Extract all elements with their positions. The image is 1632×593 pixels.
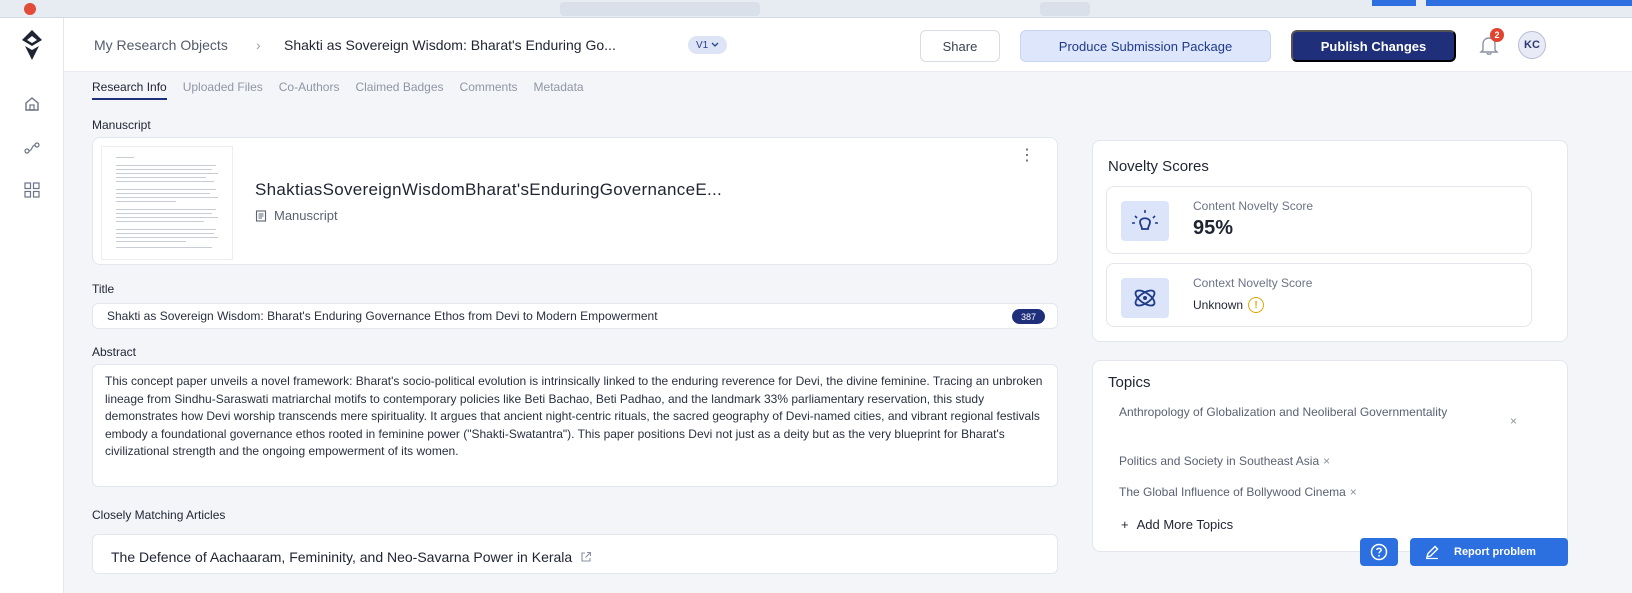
remove-topic-icon[interactable]: ×	[1350, 485, 1357, 499]
tab-co-authors[interactable]: Co-Authors	[279, 80, 340, 100]
app-logo-icon[interactable]	[18, 28, 46, 62]
manuscript-section-label: Manuscript	[92, 118, 151, 132]
version-label: V1	[696, 39, 709, 51]
breadcrumb-separator: ›	[256, 37, 261, 53]
abstract-section-label: Abstract	[92, 345, 137, 359]
publish-changes-button[interactable]: Publish Changes	[1291, 30, 1456, 62]
os-tab-strip	[560, 2, 760, 16]
help-button[interactable]	[1360, 538, 1398, 566]
help-circle-icon	[1370, 543, 1388, 561]
atom-icon	[1121, 278, 1169, 318]
version-selector[interactable]: V1	[688, 36, 728, 54]
tab-metadata[interactable]: Metadata	[534, 80, 584, 100]
os-top-bar	[0, 0, 1632, 18]
top-header: My Research Objects › Shakti as Sovereig…	[64, 18, 1632, 72]
plus-icon: +	[1121, 517, 1129, 532]
content-novelty-card: Content Novelty Score 95%	[1106, 186, 1532, 254]
topic-label: Anthropology of Globalization and Neolib…	[1119, 405, 1448, 419]
manuscript-type-label: Manuscript	[274, 208, 338, 223]
topic-item: The Global Influence of Bollywood Cinema…	[1119, 483, 1357, 501]
context-novelty-value: Unknown !	[1193, 297, 1265, 313]
tab-research-info[interactable]: Research Info	[92, 80, 167, 100]
breadcrumb-current-title: Shakti as Sovereign Wisdom: Bharat's End…	[284, 37, 616, 53]
app-status-icon	[24, 3, 36, 15]
external-link-icon[interactable]	[580, 551, 592, 563]
matching-articles-label: Closely Matching Articles	[92, 508, 226, 522]
workflow-icon[interactable]	[20, 136, 44, 160]
matching-article-title[interactable]: The Defence of Aachaaram, Femininity, an…	[111, 549, 592, 565]
manuscript-type: Manuscript	[255, 208, 338, 223]
topics-title: Topics	[1108, 374, 1151, 391]
warning-icon[interactable]: !	[1248, 297, 1265, 313]
add-more-topics-label: Add More Topics	[1136, 517, 1234, 532]
more-vertical-icon[interactable]: ⋮	[1019, 148, 1035, 164]
pen-icon	[1425, 545, 1439, 560]
context-novelty-card: Context Novelty Score Unknown !	[1106, 263, 1532, 327]
title-section-label: Title	[92, 282, 115, 296]
topic-label: The Global Influence of Bollywood Cinema	[1119, 485, 1346, 499]
os-blue-indicator-wide	[1426, 0, 1632, 6]
context-novelty-value-text: Unknown	[1193, 298, 1244, 312]
document-icon	[255, 209, 267, 222]
breadcrumb-root-link[interactable]: My Research Objects	[94, 18, 228, 72]
os-tab-strip-secondary	[1040, 2, 1090, 16]
novelty-scores-title: Novelty Scores	[1108, 158, 1209, 175]
home-icon[interactable]	[20, 92, 44, 116]
lightbulb-icon	[1121, 201, 1169, 241]
context-novelty-label: Context Novelty Score	[1193, 276, 1313, 290]
title-value: Shakti as Sovereign Wisdom: Bharat's End…	[107, 309, 658, 323]
manuscript-thumbnail[interactable]	[101, 146, 233, 260]
title-char-count-badge: 387	[1011, 309, 1045, 324]
share-button[interactable]: Share	[920, 30, 1000, 62]
notification-count-badge: 2	[1490, 28, 1504, 42]
tab-uploaded-files[interactable]: Uploaded Files	[183, 80, 263, 100]
left-sidebar	[0, 18, 64, 593]
chevron-down-icon	[711, 42, 719, 47]
manuscript-card[interactable]: ShaktiasSovereignWisdomBharat'sEnduringG…	[92, 137, 1058, 265]
content-novelty-value: 95%	[1193, 217, 1234, 239]
topic-label: Politics and Society in Southeast Asia	[1119, 454, 1320, 468]
title-input[interactable]: Shakti as Sovereign Wisdom: Bharat's End…	[92, 303, 1058, 329]
remove-topic-icon[interactable]: ×	[1323, 454, 1330, 468]
content-novelty-label: Content Novelty Score	[1193, 199, 1314, 213]
topic-item: Politics and Society in Southeast Asia ×	[1119, 452, 1330, 470]
manuscript-file-name[interactable]: ShaktiasSovereignWisdomBharat'sEnduringG…	[255, 180, 722, 200]
add-more-topics-button[interactable]: + Add More Topics	[1121, 517, 1233, 532]
matching-article-card[interactable]: The Defence of Aachaaram, Femininity, an…	[92, 534, 1058, 574]
user-avatar[interactable]: KC	[1518, 31, 1546, 59]
abstract-textarea[interactable]: This concept paper unveils a novel frame…	[92, 364, 1058, 487]
report-problem-label: Report problem	[1454, 546, 1536, 558]
tab-claimed-badges[interactable]: Claimed Badges	[355, 80, 443, 100]
tab-comments[interactable]: Comments	[460, 80, 518, 100]
report-problem-button[interactable]: Report problem	[1410, 538, 1568, 566]
produce-submission-package-button[interactable]: Produce Submission Package	[1020, 30, 1271, 62]
matching-article-title-text: The Defence of Aachaaram, Femininity, an…	[111, 549, 573, 565]
grid-icon[interactable]	[20, 178, 44, 202]
os-blue-indicator	[1372, 0, 1416, 6]
remove-topic-icon[interactable]: ×	[1510, 414, 1517, 428]
research-tabs: Research Info Uploaded Files Co-Authors …	[92, 80, 584, 100]
topic-item: Anthropology of Globalization and Neolib…	[1119, 403, 1449, 421]
